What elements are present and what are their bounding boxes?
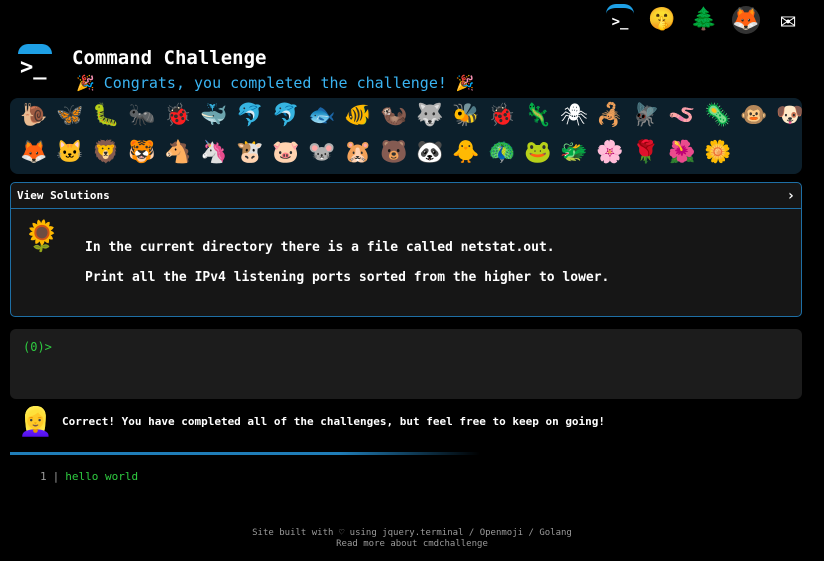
challenge-badge-icon[interactable]: 🐷 — [268, 135, 304, 171]
envelope-icon[interactable]: ✉ — [774, 6, 802, 34]
challenge-badge-icon[interactable]: 🦁 — [88, 135, 124, 171]
command-challenge-icon[interactable]: >_ — [606, 4, 634, 36]
top-icon-bar: >_ 🤫 🌲 🦊 ✉ — [606, 4, 802, 36]
divider — [10, 452, 480, 455]
completed-challenges-panel: 🐌 🦋 🐛 🐜 🐞 🐳 🐬 🐬 🐟 🐠 🦦 🐺 🐝 🐞 🦎 🕷 🦂 🪰 🪱 🦠 🐵 🐶 🦊 🐱 🦁 🐯 🐴 🦄 🐮 🐷 🐭 🐹 🐻 🐼 🐥 🦚 🐸 🐲 🌸… — [10, 98, 804, 174]
challenge-badge-icon[interactable]: 🐶 — [772, 98, 808, 134]
challenge-badge-icon[interactable]: 🐠 — [340, 98, 376, 134]
task-description-line-1: In the current directory there is a file… — [85, 240, 555, 255]
challenge-badge-icon[interactable]: 🐸 — [520, 135, 556, 171]
result-text: Correct! You have completed all of the c… — [62, 415, 606, 428]
view-solutions-label: View Solutions — [17, 189, 110, 202]
sunflower-icon: 🌻 — [23, 219, 61, 254]
person-icon: 👱‍♀️ — [18, 405, 53, 438]
page-title: Command Challenge — [72, 47, 267, 69]
congrats-text: Congrats, you completed the challenge! — [103, 74, 447, 92]
challenge-badge-icon[interactable]: 🐥 — [448, 135, 484, 171]
challenge-badge-icon[interactable]: 🐼 — [412, 135, 448, 171]
line-number: 1 — [40, 470, 47, 483]
tree-icon[interactable]: 🌲 — [690, 6, 718, 34]
challenge-badge-icon[interactable]: 🦠 — [700, 98, 736, 134]
chevron-right-icon[interactable]: › — [787, 188, 795, 204]
emoji-row-2: 🦊 🐱 🦁 🐯 🐴 🦄 🐮 🐷 🐭 🐹 🐻 🐼 🐥 🦚 🐸 🐲 🌸 🌹 🌺 🌼 — [16, 135, 736, 171]
challenge-badge-icon[interactable]: 🐞 — [160, 98, 196, 134]
challenge-badge-icon[interactable]: 🐺 — [412, 98, 448, 134]
view-solutions-toggle[interactable]: View Solutions › — [11, 183, 801, 209]
footer-read-more-link[interactable]: Read more about cmdchallenge — [0, 539, 824, 550]
challenge-badge-icon[interactable]: 🐮 — [232, 135, 268, 171]
challenge-badge-icon[interactable]: 🐬 — [268, 98, 304, 134]
terminal-prompt: (0)> — [23, 340, 52, 354]
output-line: 1 | hello world — [40, 470, 138, 483]
challenge-badge-icon[interactable]: 🐭 — [304, 135, 340, 171]
challenge-badge-icon[interactable]: 🐻 — [376, 135, 412, 171]
challenge-badge-icon[interactable]: 🕷 — [556, 98, 592, 134]
challenge-badge-icon[interactable]: 🌺 — [664, 135, 700, 171]
challenge-badge-icon[interactable]: 🌸 — [592, 135, 628, 171]
footer-credits: Site built with ♡ using jquery.terminal … — [252, 528, 572, 538]
challenge-badge-icon[interactable]: 🦊 — [16, 135, 52, 171]
logo-cap — [18, 44, 52, 54]
challenge-badge-icon[interactable]: 🌼 — [700, 135, 736, 171]
challenge-badge-icon[interactable]: 🦋 — [52, 98, 88, 134]
challenge-badge-icon[interactable]: 🦄 — [196, 135, 232, 171]
line-separator: | — [52, 470, 60, 483]
gitlab-icon[interactable]: 🦊 — [732, 6, 760, 34]
challenge-badge-icon[interactable]: 🪱 — [664, 98, 700, 134]
challenge-badge-icon[interactable]: 🐲 — [556, 135, 592, 171]
challenge-badge-icon[interactable]: 🐌 — [16, 98, 52, 134]
terminal-icon: >_ — [20, 55, 47, 80]
result-message: 👱‍♀️ Correct! You have completed all of … — [18, 405, 605, 438]
challenge-badge-icon[interactable]: 🐛 — [88, 98, 124, 134]
challenge-badge-icon[interactable]: 🐱 — [52, 135, 88, 171]
emoji-row-1: 🐌 🦋 🐛 🐜 🐞 🐳 🐬 🐬 🐟 🐠 🦦 🐺 🐝 🐞 🦎 🕷 🦂 🪰 🪱 🦠 🐵 🐶 — [16, 98, 808, 134]
shushing-face-icon[interactable]: 🤫 — [648, 6, 676, 34]
challenge-badge-icon[interactable]: 🦎 — [520, 98, 556, 134]
logo: >_ — [16, 44, 56, 84]
party-popper-icon: 🎉 — [455, 74, 475, 92]
challenge-badge-icon[interactable]: 🦦 — [376, 98, 412, 134]
congrats-message: 🎉 Congrats, you completed the challenge!… — [76, 74, 475, 92]
challenge-badge-icon[interactable]: 🪰 — [628, 98, 664, 134]
challenge-badge-icon[interactable]: 🐵 — [736, 98, 772, 134]
task-description-line-2: Print all the IPv4 listening ports sorte… — [85, 270, 610, 285]
challenge-badge-icon[interactable]: 🐝 — [448, 98, 484, 134]
challenge-badge-icon[interactable]: 🐬 — [232, 98, 268, 134]
output-text: hello world — [65, 470, 139, 483]
challenge-badge-icon[interactable]: 🐞 — [484, 98, 520, 134]
challenge-badge-icon[interactable]: 🌹 — [628, 135, 664, 171]
solutions-panel: View Solutions › 🌻 In the current direct… — [10, 182, 802, 317]
terminal-input[interactable]: (0)> — [10, 329, 802, 399]
challenge-badge-icon[interactable]: 🐳 — [196, 98, 232, 134]
challenge-badge-icon[interactable]: 🦂 — [592, 98, 628, 134]
challenge-badge-icon[interactable]: 🐴 — [160, 135, 196, 171]
challenge-badge-icon[interactable]: 🦚 — [484, 135, 520, 171]
party-popper-icon: 🎉 — [76, 74, 95, 92]
challenge-badge-icon[interactable]: 🐜 — [124, 98, 160, 134]
challenge-badge-icon[interactable]: 🐯 — [124, 135, 160, 171]
footer: Site built with ♡ using jquery.terminal … — [0, 528, 824, 550]
challenge-badge-icon[interactable]: 🐟 — [304, 98, 340, 134]
challenge-badge-icon[interactable]: 🐹 — [340, 135, 376, 171]
